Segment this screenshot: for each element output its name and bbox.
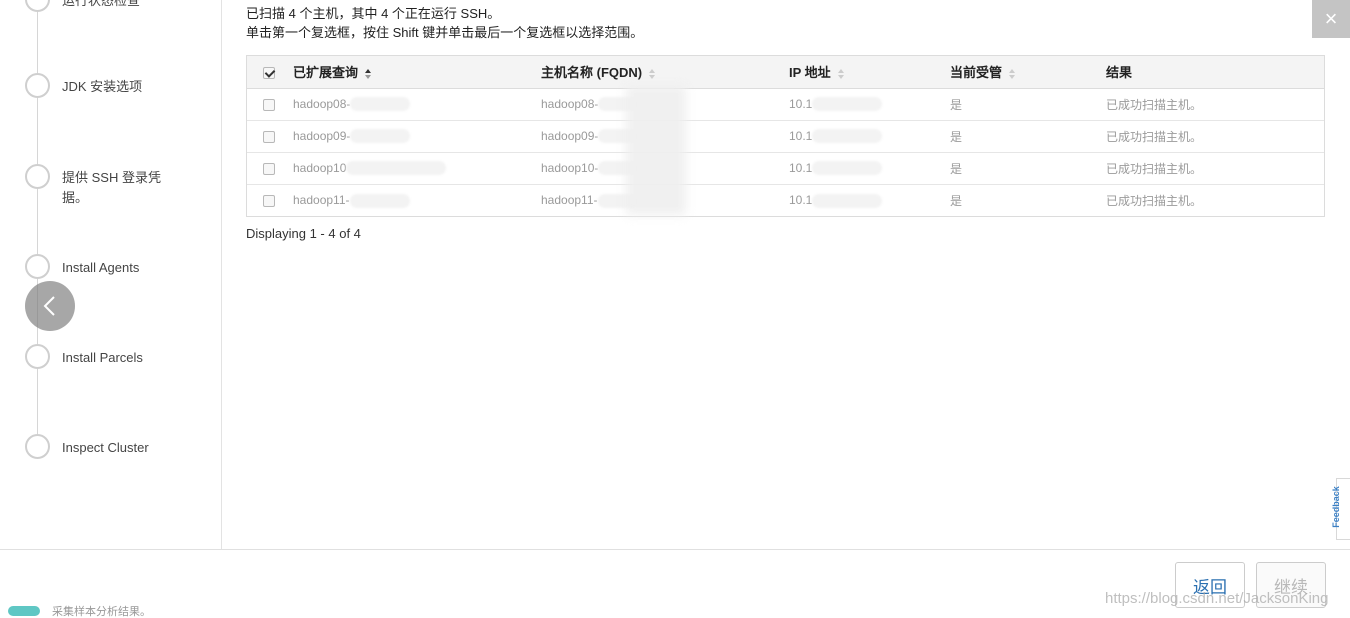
redacted-mask xyxy=(812,161,883,176)
status-pill xyxy=(8,605,40,616)
row-managed-cell: 是 xyxy=(942,88,1098,121)
previous-arrow-button[interactable] xyxy=(25,281,75,331)
column-header-ip[interactable]: IP 地址 xyxy=(781,56,942,89)
row-ip-cell: 10.1 xyxy=(789,192,813,207)
feedback-label: Feedback xyxy=(1330,486,1341,528)
row-checkbox[interactable] xyxy=(263,130,275,143)
step-circle-icon xyxy=(25,73,50,98)
step-label: Inspect Cluster xyxy=(62,440,149,455)
row-ip-cell: 10.1 xyxy=(789,128,813,143)
sort-icon xyxy=(649,68,656,79)
column-header-query[interactable]: 已扩展查询 xyxy=(285,56,533,89)
redacted-mask xyxy=(812,193,883,208)
hosts-table: 已扩展查询 主机名称 (FQDN) IP 地址 当前受管 结果 hadoop08… xyxy=(246,55,1325,217)
sort-icon xyxy=(1009,68,1016,79)
timeline-line xyxy=(37,0,38,452)
watermark: https://blog.csdn.net/JacksonKing xyxy=(1105,590,1329,607)
wizard-step-install-parcels[interactable]: Install Parcels xyxy=(25,344,172,369)
column-header-fqdn[interactable]: 主机名称 (FQDN) xyxy=(533,56,781,89)
step-label: JDK 安装选项 xyxy=(62,79,143,94)
table-row: hadoop11- hadoop11- 10.1 是 已成功扫描主机。 xyxy=(247,184,1324,216)
row-checkbox[interactable] xyxy=(263,98,275,111)
row-result-cell: 已成功扫描主机。 xyxy=(1106,193,1203,208)
column-header-result: 结果 xyxy=(1098,56,1324,89)
redacted-mask xyxy=(350,97,411,112)
redacted-mask xyxy=(346,161,447,176)
wizard-footer: 返回 继续 xyxy=(0,549,1350,618)
redacted-mask xyxy=(350,129,411,144)
step-label: Install Agents xyxy=(62,260,140,275)
scan-info: 已扫描 4 个主机，其中 4 个正在运行 SSH。 单击第一个复选框，按住 Sh… xyxy=(246,4,643,42)
row-result-cell: 已成功扫描主机。 xyxy=(1098,120,1324,153)
wizard-step-inspect-cluster[interactable]: Inspect Cluster xyxy=(25,434,172,459)
step-circle-icon xyxy=(25,0,50,12)
row-fqdn-cell: hadoop11- xyxy=(541,192,598,207)
step-circle-icon xyxy=(25,164,50,189)
row-ip-cell: 10.1 xyxy=(789,96,813,111)
underlying-page-peek: 采集样本分析结果。 xyxy=(8,603,151,618)
feedback-tab[interactable]: Feedback xyxy=(1331,478,1350,540)
step-circle-icon xyxy=(25,344,50,369)
select-all-checkbox[interactable] xyxy=(263,66,275,79)
sort-icon xyxy=(837,68,844,79)
close-button[interactable]: × xyxy=(1312,0,1350,38)
redacted-mask xyxy=(349,193,410,208)
row-fqdn-cell: hadoop09- xyxy=(541,128,599,143)
table-header-row: 已扩展查询 主机名称 (FQDN) IP 地址 当前受管 结果 xyxy=(247,56,1324,89)
selection-hint-text: 单击第一个复选框，按住 Shift 键并单击最后一个复选框以选择范围。 xyxy=(246,25,644,40)
underlying-page-text: 采集样本分析结果。 xyxy=(52,605,151,618)
scan-summary-text: 已扫描 4 个主机，其中 4 个正在运行 SSH。 xyxy=(246,6,501,21)
step-label: 运行状态检查 xyxy=(62,0,141,8)
row-query-cell: hadoop09- xyxy=(293,128,351,143)
redaction-smudge xyxy=(626,85,686,215)
row-query-cell: hadoop11- xyxy=(293,192,350,207)
wizard-step-jdk[interactable]: JDK 安装选项 xyxy=(25,73,172,98)
step-label: 提供 SSH 登录凭据。 xyxy=(62,170,161,205)
row-checkbox[interactable] xyxy=(263,162,275,175)
chevron-left-icon xyxy=(43,296,55,316)
row-result-cell: 已成功扫描主机。 xyxy=(1098,88,1324,121)
step-circle-icon xyxy=(25,434,50,459)
wizard-step-ssh[interactable]: 提供 SSH 登录凭据。 xyxy=(25,164,170,208)
row-query-cell: hadoop10 xyxy=(293,160,347,175)
row-fqdn-cell: hadoop10- xyxy=(541,160,599,175)
row-managed-cell: 是 xyxy=(942,120,1098,153)
wizard-sidebar: 运行状态检查 JDK 安装选项 提供 SSH 登录凭据。 Install Age… xyxy=(0,0,222,549)
redacted-mask xyxy=(812,97,883,112)
row-managed-cell: 是 xyxy=(942,152,1098,185)
column-header-managed[interactable]: 当前受管 xyxy=(942,56,1098,89)
redacted-mask xyxy=(812,129,883,144)
row-query-cell: hadoop08- xyxy=(293,96,351,111)
step-circle-icon xyxy=(25,254,50,279)
wizard-step-install-agents[interactable]: Install Agents xyxy=(25,254,172,279)
close-icon: × xyxy=(1324,6,1338,31)
main-content: 已扫描 4 个主机，其中 4 个正在运行 SSH。 单击第一个复选框，按住 Sh… xyxy=(222,0,1334,549)
row-fqdn-cell: hadoop08- xyxy=(541,96,599,111)
row-ip-cell: 10.1 xyxy=(789,160,813,175)
row-checkbox[interactable] xyxy=(263,195,275,208)
row-managed-cell: 是 xyxy=(950,193,963,208)
sort-ascending-icon xyxy=(365,68,372,79)
wizard-step-status-check[interactable]: 运行状态检查 xyxy=(25,0,172,12)
step-label: Install Parcels xyxy=(62,350,143,365)
table-row: hadoop10 hadoop10- 10.1 是 已成功扫描主机。 xyxy=(247,152,1324,185)
table-row: hadoop08- hadoop08- 10.1 是 已成功扫描主机。 xyxy=(247,88,1324,121)
table-row: hadoop09- hadoop09- 10.1 是 已成功扫描主机。 xyxy=(247,120,1324,153)
pagination-text: Displaying 1 - 4 of 4 xyxy=(246,226,361,241)
row-result-cell: 已成功扫描主机。 xyxy=(1098,152,1324,185)
